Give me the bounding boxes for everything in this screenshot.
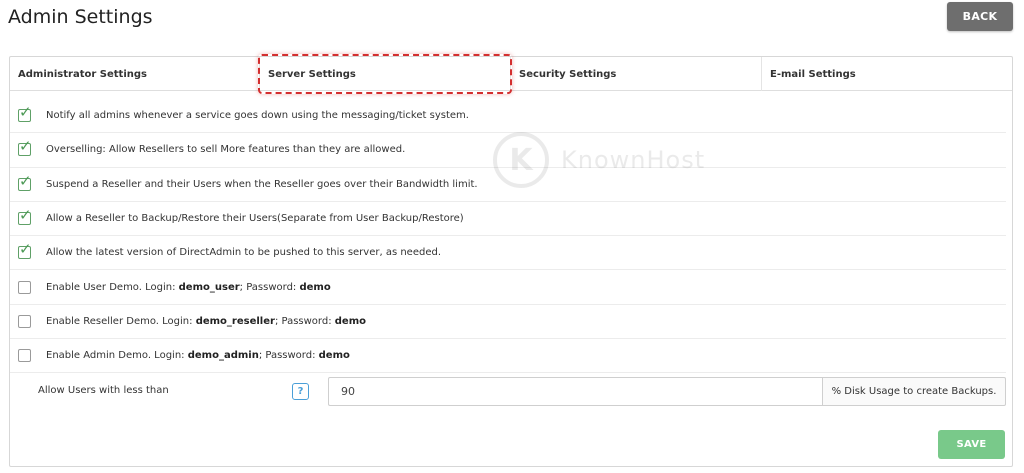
option-label: Suspend a Reseller and their Users when … xyxy=(46,178,478,190)
option-label: Notify all admins whenever a service goe… xyxy=(46,110,469,122)
option-reseller-demo: Enable Reseller Demo. Login: demo_resell… xyxy=(10,305,1006,340)
option-admin-demo: Enable Admin Demo. Login: demo_admin; Pa… xyxy=(10,339,1006,374)
checkmark-icon: ✓ xyxy=(19,171,32,190)
tab-email-settings[interactable]: E-mail Settings xyxy=(762,57,1012,91)
tab-server-settings[interactable]: Server Settings xyxy=(258,54,512,94)
user-demo-checkbox[interactable] xyxy=(18,280,31,294)
option-overselling: ✓ Overselling: Allow Resellers to sell M… xyxy=(10,133,1006,168)
option-label: Overselling: Allow Resellers to sell Mor… xyxy=(46,144,406,156)
reseller-backup-checkbox[interactable]: ✓ xyxy=(18,208,32,226)
notify-admins-checkbox[interactable]: ✓ xyxy=(18,105,32,123)
option-label: Allow the latest version of DirectAdmin … xyxy=(46,247,442,259)
option-label: Allow a Reseller to Backup/Restore their… xyxy=(46,213,464,225)
option-label: Enable Admin Demo. Login: demo_admin; Pa… xyxy=(46,350,350,362)
push-latest-version-checkbox[interactable]: ✓ xyxy=(18,242,32,260)
disk-usage-input[interactable] xyxy=(328,377,822,406)
page-title: Admin Settings xyxy=(8,6,153,28)
admin-demo-checkbox[interactable] xyxy=(18,349,31,363)
checkmark-icon: ✓ xyxy=(19,137,32,156)
checkmark-icon: ✓ xyxy=(19,103,32,122)
disk-usage-suffix: % Disk Usage to create Backups. xyxy=(822,377,1006,406)
option-notify-admins: ✓ Notify all admins whenever a service g… xyxy=(10,99,1006,134)
option-user-demo: Enable User Demo. Login: demo_user; Pass… xyxy=(10,270,1006,305)
settings-tabs: Administrator Settings Server Settings S… xyxy=(10,54,1012,94)
options-list: ✓ Notify all admins whenever a service g… xyxy=(10,99,1012,374)
tab-security-settings[interactable]: Security Settings xyxy=(511,57,762,91)
disk-usage-row: Allow Users with less than ? % Disk Usag… xyxy=(10,375,1006,409)
tab-administrator-settings[interactable]: Administrator Settings xyxy=(10,57,260,91)
checkmark-icon: ✓ xyxy=(19,206,32,225)
help-icon[interactable]: ? xyxy=(292,383,309,400)
option-label: Enable User Demo. Login: demo_user; Pass… xyxy=(46,281,331,293)
option-suspend-reseller: ✓ Suspend a Reseller and their Users whe… xyxy=(10,168,1006,202)
option-reseller-backup: ✓ Allow a Reseller to Backup/Restore the… xyxy=(10,202,1006,237)
checkmark-icon: ✓ xyxy=(19,240,32,259)
overselling-checkbox[interactable]: ✓ xyxy=(18,139,32,157)
save-button[interactable]: SAVE xyxy=(938,430,1005,459)
reseller-demo-checkbox[interactable] xyxy=(18,314,31,328)
back-button[interactable]: BACK xyxy=(947,2,1013,31)
option-push-latest-version: ✓ Allow the latest version of DirectAdmi… xyxy=(10,236,1006,271)
settings-panel: Administrator Settings Server Settings S… xyxy=(9,54,1013,467)
admin-settings-page: Admin Settings BACK Administrator Settin… xyxy=(0,0,1024,473)
suspend-reseller-checkbox[interactable]: ✓ xyxy=(18,173,32,191)
option-label: Enable Reseller Demo. Login: demo_resell… xyxy=(46,315,366,327)
disk-usage-label: Allow Users with less than xyxy=(38,385,169,396)
